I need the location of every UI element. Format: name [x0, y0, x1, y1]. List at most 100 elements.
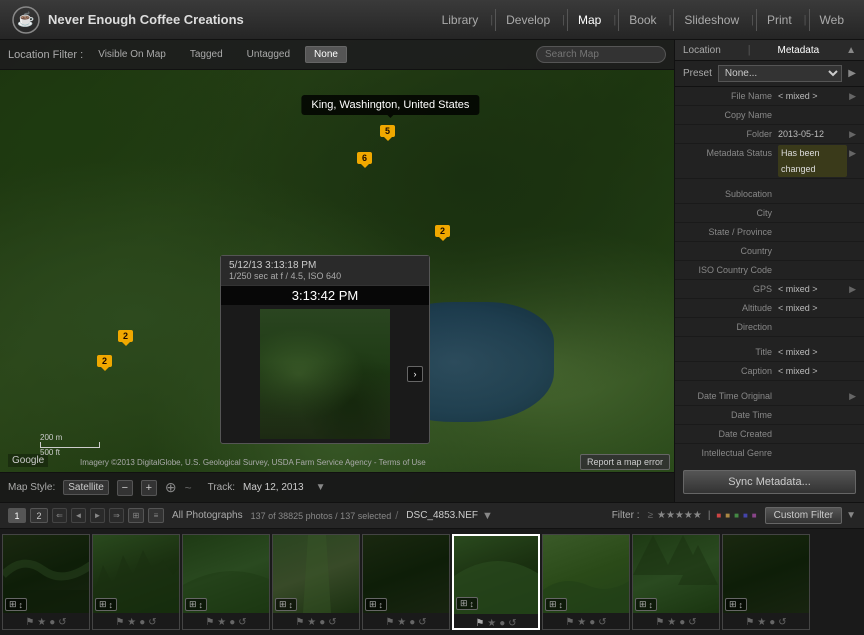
- nav-develop[interactable]: Develop: [495, 9, 560, 31]
- film-color-icon-5[interactable]: ●: [409, 617, 415, 628]
- sync-metadata-button[interactable]: Sync Metadata...: [683, 470, 856, 494]
- film-thumb-9[interactable]: ⊞ ↕ ⚑ ★ ● ↺: [722, 534, 810, 630]
- custom-filter-button[interactable]: Custom Filter: [765, 507, 842, 524]
- film-thumb-4[interactable]: ⊞ ↕ ⚑ ★ ● ↺: [272, 534, 360, 630]
- film-color-icon-9[interactable]: ●: [769, 617, 775, 628]
- map-track-value: May 12, 2013: [243, 482, 304, 493]
- meta-expand-filename[interactable]: ▶: [849, 91, 856, 102]
- film-flag-icon-1[interactable]: ⚑: [25, 617, 34, 628]
- film-nav-next[interactable]: ►: [90, 508, 105, 523]
- map-marker-2b[interactable]: 2: [118, 330, 133, 342]
- filter-untagged[interactable]: Untagged: [238, 46, 299, 63]
- film-filter-arrow[interactable]: ▼: [846, 510, 856, 521]
- film-star-icon-4[interactable]: ★: [307, 617, 316, 628]
- film-flag-icon-4[interactable]: ⚑: [295, 617, 304, 628]
- film-flag-icon-9[interactable]: ⚑: [745, 617, 754, 628]
- film-color-icon-8[interactable]: ●: [679, 617, 685, 628]
- film-color-purple[interactable]: ■: [752, 511, 757, 520]
- meta-expand-folder[interactable]: ▶: [849, 129, 856, 140]
- film-page-1[interactable]: 1: [8, 508, 26, 523]
- film-rotate-icon-5[interactable]: ↺: [418, 617, 426, 628]
- film-rotate-icon-6[interactable]: ↺: [508, 618, 516, 629]
- film-color-icon-3[interactable]: ●: [229, 617, 235, 628]
- map-marker-2a[interactable]: 2: [435, 225, 450, 237]
- filmstrip-scroll[interactable]: ⊞ ↕ ⚑ ★ ● ↺ ⊞ ↕ ⚑ ★ ● ↺: [0, 529, 864, 635]
- meta-expand-metastatus[interactable]: ▶: [849, 148, 856, 159]
- nav-slideshow[interactable]: Slideshow: [673, 9, 749, 31]
- map-zoom-in[interactable]: +: [141, 480, 157, 496]
- film-thumb-8[interactable]: ⊞ ↕ ⚑ ★ ● ↺: [632, 534, 720, 630]
- film-star-icon-8[interactable]: ★: [667, 617, 676, 628]
- film-flag-icon-6[interactable]: ⚑: [475, 618, 484, 629]
- panel-expand-icon[interactable]: ▲: [846, 45, 856, 56]
- film-thumb-5[interactable]: ⊞ ↕ ⚑ ★ ● ↺: [362, 534, 450, 630]
- meta-expand-gps[interactable]: ▶: [849, 284, 856, 295]
- preset-expand-icon[interactable]: ▶: [848, 68, 856, 79]
- film-thumb-6[interactable]: ⊞ ↕ ⚑ ★ ● ↺: [452, 534, 540, 630]
- meta-expand-datetimeorig[interactable]: ▶: [849, 391, 856, 402]
- film-star-icon-3[interactable]: ★: [217, 617, 226, 628]
- film-view-list[interactable]: ≡: [148, 508, 164, 523]
- nav-map[interactable]: Map: [567, 9, 611, 31]
- film-color-icon-7[interactable]: ●: [589, 617, 595, 628]
- film-rotate-icon-7[interactable]: ↺: [598, 617, 606, 628]
- map-location-icon[interactable]: ⊕: [165, 479, 177, 496]
- film-thumb-7[interactable]: ⊞ ↕ ⚑ ★ ● ↺: [542, 534, 630, 630]
- film-rotate-icon-1[interactable]: ↺: [58, 617, 66, 628]
- film-rotate-icon-4[interactable]: ↺: [328, 617, 336, 628]
- film-filter-operator[interactable]: ≥: [647, 510, 653, 521]
- film-nav-prev[interactable]: ◄: [71, 508, 86, 523]
- film-color-icon-4[interactable]: ●: [319, 617, 325, 628]
- filter-none[interactable]: None: [305, 46, 347, 63]
- filter-visible-on-map[interactable]: Visible On Map: [89, 46, 175, 63]
- film-star-icon-5[interactable]: ★: [397, 617, 406, 628]
- search-map-input[interactable]: [536, 46, 666, 63]
- map-marker-6[interactable]: 6: [357, 152, 372, 164]
- map-style-select[interactable]: Satellite: [63, 480, 109, 495]
- nav-print[interactable]: Print: [756, 9, 802, 31]
- film-flag-icon-5[interactable]: ⚑: [385, 617, 394, 628]
- film-color-icon-2[interactable]: ●: [139, 617, 145, 628]
- film-star-icon-7[interactable]: ★: [577, 617, 586, 628]
- filter-tagged[interactable]: Tagged: [181, 46, 232, 63]
- film-star-icon-1[interactable]: ★: [37, 617, 46, 628]
- nav-book[interactable]: Book: [618, 9, 666, 31]
- film-rotate-icon-2[interactable]: ↺: [148, 617, 156, 628]
- film-color-icon-1[interactable]: ●: [49, 617, 55, 628]
- film-flag-icon-2[interactable]: ⚑: [115, 617, 124, 628]
- film-flag-icon-7[interactable]: ⚑: [565, 617, 574, 628]
- film-rotate-icon-3[interactable]: ↺: [238, 617, 246, 628]
- film-rotate-icon-9[interactable]: ↺: [778, 617, 786, 628]
- map-container[interactable]: Location Filter : Visible On Map Tagged …: [0, 40, 674, 502]
- film-rotate-icon-8[interactable]: ↺: [688, 617, 696, 628]
- metadata-tab[interactable]: Metadata: [777, 45, 819, 56]
- film-star-icon-2[interactable]: ★: [127, 617, 136, 628]
- film-color-green[interactable]: ■: [734, 511, 739, 520]
- film-color-red[interactable]: ■: [716, 511, 721, 520]
- report-map-error[interactable]: Report a map error: [580, 454, 670, 470]
- map-marker-2c[interactable]: 2: [97, 355, 112, 367]
- film-color-blue[interactable]: ■: [743, 511, 748, 520]
- film-filename-arrow[interactable]: ▼: [482, 510, 493, 522]
- film-flag-icon-8[interactable]: ⚑: [655, 617, 664, 628]
- map-marker-5a[interactable]: 5: [380, 125, 395, 137]
- film-star-icon-6[interactable]: ★: [487, 618, 496, 629]
- film-view-grid[interactable]: ⊞: [128, 508, 144, 523]
- nav-library[interactable]: Library: [432, 9, 489, 31]
- film-nav-next-next[interactable]: ⇒: [109, 508, 124, 523]
- film-star-filter[interactable]: ★★★★★: [657, 510, 702, 521]
- film-thumb-2[interactable]: ⊞ ↕ ⚑ ★ ● ↺: [92, 534, 180, 630]
- film-color-icon-6[interactable]: ●: [499, 618, 505, 629]
- film-thumb-1[interactable]: ⊞ ↕ ⚑ ★ ● ↺: [2, 534, 90, 630]
- photo-popup-next[interactable]: ›: [407, 366, 423, 382]
- film-page-2[interactable]: 2: [30, 508, 48, 523]
- film-star-icon-9[interactable]: ★: [757, 617, 766, 628]
- film-nav-prev-prev[interactable]: ⇐: [52, 508, 67, 523]
- map-zoom-out[interactable]: −: [117, 480, 133, 496]
- film-flag-icon-3[interactable]: ⚑: [205, 617, 214, 628]
- location-tab[interactable]: Location: [683, 45, 721, 56]
- film-color-yellow[interactable]: ■: [725, 511, 730, 520]
- nav-web[interactable]: Web: [809, 9, 854, 31]
- preset-select[interactable]: None...: [718, 65, 842, 82]
- film-thumb-3[interactable]: ⊞ ↕ ⚑ ★ ● ↺: [182, 534, 270, 630]
